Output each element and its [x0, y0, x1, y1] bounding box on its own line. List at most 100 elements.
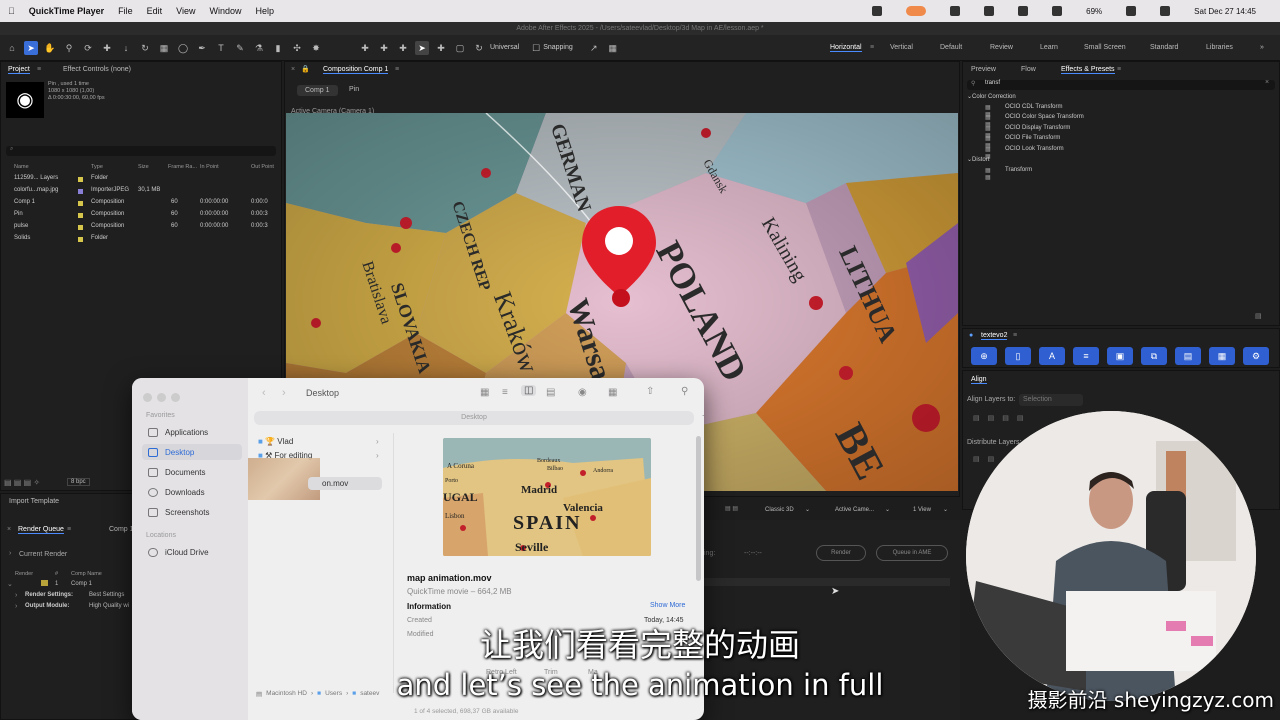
brush-tool-icon[interactable]: ✎: [233, 41, 247, 55]
snapping-label[interactable]: Snapping: [543, 44, 573, 51]
effect-item[interactable]: OCIO Look Transform: [1005, 146, 1064, 152]
hand-tool-icon[interactable]: ✋: [43, 41, 57, 55]
rq-item-name[interactable]: Comp 1: [71, 581, 92, 587]
effects-group[interactable]: ⌄Distort: [967, 156, 989, 163]
menu-clock[interactable]: Sat Dec 27 14:45: [1194, 7, 1256, 16]
menu-view[interactable]: View: [176, 6, 195, 16]
project-row[interactable]: Comp 1 Composition 60 0:00:00:00 0:00:0: [6, 199, 278, 209]
workspace-menu-icon[interactable]: ≡: [870, 44, 874, 51]
move-mode-icon[interactable]: ✚: [434, 41, 448, 55]
align-to-select[interactable]: Selection: [1019, 394, 1083, 406]
menu-help[interactable]: Help: [256, 6, 275, 16]
menu-app-name[interactable]: QuickTime Player: [29, 6, 104, 16]
project-row[interactable]: 112599... Layers Folder: [6, 175, 278, 185]
axis-view-icon[interactable]: ✚: [396, 41, 410, 55]
menu-file[interactable]: File: [118, 6, 133, 16]
project-footer-icons[interactable]: ▤ ▤ ▤ ✧: [4, 478, 40, 487]
textevo-menu-icon[interactable]: ≡: [1013, 332, 1017, 339]
output-module-chevron-icon[interactable]: ›: [15, 603, 17, 610]
cloud-icon[interactable]: [984, 6, 995, 16]
back-icon[interactable]: ‹: [262, 387, 266, 399]
dolly-tool-icon[interactable]: ↓: [119, 41, 133, 55]
gallery-view-icon[interactable]: ▤: [546, 387, 555, 398]
effects-search-input[interactable]: transf: [967, 80, 1275, 90]
output-module-value[interactable]: High Quality wi: [89, 603, 129, 609]
move-tool-icon[interactable]: ✚: [100, 41, 114, 55]
label-color-swatch[interactable]: [78, 201, 83, 206]
list-view-icon[interactable]: ≡: [502, 387, 508, 398]
textevo-paste-icon[interactable]: ▤: [1175, 347, 1201, 365]
comp-menu-icon[interactable]: ≡: [395, 66, 399, 73]
search-icon[interactable]: [1160, 6, 1171, 16]
queue-in-ame-button[interactable]: Queue in AME: [876, 545, 948, 561]
moon-icon[interactable]: [1018, 6, 1029, 16]
renderer-select[interactable]: Classic 3D: [765, 507, 794, 513]
menu-window[interactable]: Window: [210, 6, 242, 16]
comp-close-icon[interactable]: ×: [291, 66, 295, 73]
effects-group[interactable]: ⌄Color Correction: [967, 93, 1016, 100]
label-color-swatch[interactable]: [78, 225, 83, 230]
apple-icon[interactable]: : [8, 6, 15, 16]
effect-item[interactable]: OCIO File Transform: [1005, 135, 1060, 141]
orbit-tool-icon[interactable]: ⟳: [81, 41, 95, 55]
cursor-mode-icon[interactable]: ➤: [415, 40, 429, 55]
label-color-swatch[interactable]: [78, 189, 83, 194]
sidebar-item-documents[interactable]: Documents: [142, 464, 242, 480]
textevo-trash-icon[interactable]: ▯: [1005, 347, 1031, 365]
col-type[interactable]: Type: [91, 164, 103, 170]
align-buttons[interactable]: ▤▤▤▤: [973, 414, 1031, 422]
textevo-grid-icon[interactable]: ▦: [1209, 347, 1235, 365]
label-color-swatch[interactable]: [78, 237, 83, 242]
selection-tool-icon[interactable]: ➤: [24, 40, 38, 55]
textevo-text-icon[interactable]: A: [1039, 347, 1065, 365]
path-tab[interactable]: Desktop: [254, 411, 694, 425]
pen-tool-icon[interactable]: ✒: [195, 41, 209, 55]
rotate-mode-icon[interactable]: ↻: [472, 41, 486, 55]
rq-menu-icon[interactable]: ≡: [67, 526, 71, 533]
label-color-swatch[interactable]: [78, 213, 83, 218]
project-row[interactable]: pulse Composition 60 0:00:00:00 0:00:3: [6, 223, 278, 233]
views-chevron-icon[interactable]: ⌄: [943, 506, 948, 513]
effect-item[interactable]: OCIO Color Space Transform: [1005, 114, 1084, 120]
minimize-button[interactable]: [157, 393, 166, 402]
list-item-selected-file[interactable]: on.mov: [308, 477, 382, 490]
rq-item-label-color[interactable]: [41, 580, 48, 586]
clone-tool-icon[interactable]: ⚗: [252, 41, 266, 55]
axis-world-icon[interactable]: ✚: [377, 41, 391, 55]
close-button[interactable]: [143, 393, 152, 402]
universal-label[interactable]: Universal: [490, 44, 519, 51]
rq-close-icon[interactable]: ×: [7, 526, 11, 533]
col-in[interactable]: In Point: [200, 164, 219, 170]
workspace-review[interactable]: Review: [990, 44, 1013, 51]
display-icon[interactable]: [1052, 6, 1063, 16]
wifi-icon[interactable]: [1126, 6, 1137, 16]
bpc-toggle[interactable]: 8 bpc: [67, 478, 90, 486]
textevo-copy-icon[interactable]: ⧉: [1141, 347, 1167, 365]
column-view-icon[interactable]: ◫: [521, 385, 537, 396]
tab-flow[interactable]: Flow: [1021, 66, 1036, 73]
type-tool-icon[interactable]: T: [214, 41, 228, 55]
pan-behind-tool-icon[interactable]: ▦: [157, 41, 171, 55]
roto-tool-icon[interactable]: ✣: [290, 41, 304, 55]
sidebar-item-desktop[interactable]: Desktop: [142, 444, 242, 460]
home-icon[interactable]: ⌂: [5, 41, 19, 55]
forward-icon[interactable]: ›: [282, 387, 286, 399]
textevo-layers-icon[interactable]: ▣: [1107, 347, 1133, 365]
tab-composition[interactable]: Composition Comp 1: [323, 66, 389, 74]
tab-render-queue[interactable]: Render Queue: [18, 526, 64, 534]
renderer-chevron-icon[interactable]: ⌄: [805, 506, 810, 513]
project-row[interactable]: Pin Composition 60 0:00:00:00 0:00:3: [6, 211, 278, 221]
col-fps[interactable]: Frame Ra...: [168, 164, 197, 170]
puppet-tool-icon[interactable]: ✸: [309, 41, 323, 55]
project-search-input[interactable]: ⌕: [6, 146, 276, 156]
workspace-horizontal[interactable]: Horizontal: [830, 44, 862, 52]
col-size[interactable]: Size: [138, 164, 149, 170]
label-color-swatch[interactable]: [78, 177, 83, 182]
snapping-checkbox[interactable]: ☐: [529, 41, 543, 55]
ellipse-tool-icon[interactable]: ◯: [176, 41, 190, 55]
effects-clear-icon[interactable]: ×: [1265, 79, 1269, 86]
effects-menu-icon[interactable]: ≡: [1117, 66, 1121, 73]
current-render-chevron-icon[interactable]: ›: [9, 550, 11, 557]
project-menu-icon[interactable]: ≡: [37, 66, 41, 73]
notion-icon[interactable]: [950, 6, 961, 16]
